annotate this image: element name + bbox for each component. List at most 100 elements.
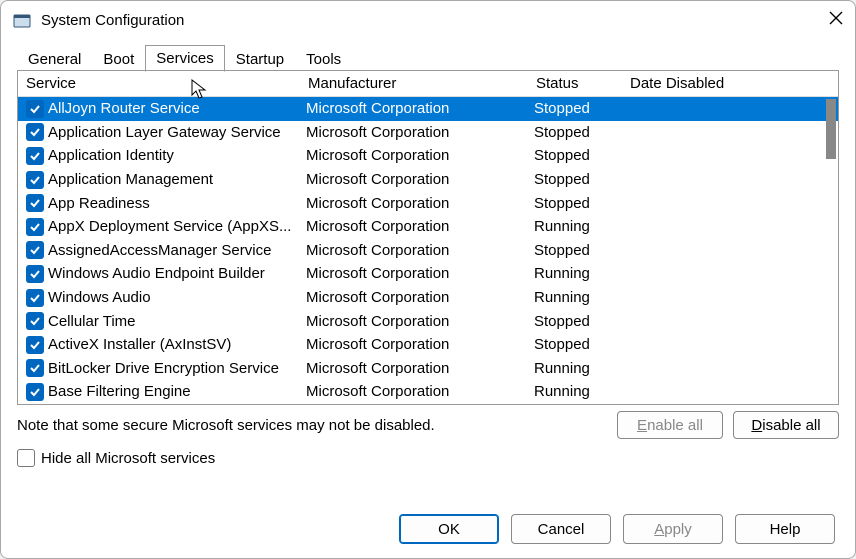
service-manufacturer: Microsoft Corporation (306, 147, 534, 164)
check-icon (29, 197, 41, 209)
service-name: App Readiness (48, 195, 306, 212)
service-row[interactable]: AssignedAccessManager ServiceMicrosoft C… (18, 239, 838, 263)
service-row[interactable]: AppX Deployment Service (AppXS...Microso… (18, 215, 838, 239)
service-status: Stopped (534, 147, 628, 164)
check-icon (29, 126, 41, 138)
service-checkbox[interactable] (26, 359, 44, 377)
service-row[interactable]: AllJoyn Router ServiceMicrosoft Corporat… (18, 97, 838, 121)
check-icon (29, 150, 41, 162)
service-checkbox[interactable] (26, 194, 44, 212)
service-manufacturer: Microsoft Corporation (306, 360, 534, 377)
service-manufacturer: Microsoft Corporation (306, 289, 534, 306)
list-rows: AllJoyn Router ServiceMicrosoft Corporat… (18, 97, 838, 405)
service-name: Windows Audio (48, 289, 306, 306)
check-icon (29, 362, 41, 374)
col-header-manufacturer[interactable]: Manufacturer (308, 75, 536, 92)
col-header-service[interactable]: Service (18, 75, 308, 92)
app-icon (13, 12, 31, 30)
service-name: Application Management (48, 171, 306, 188)
service-status: Stopped (534, 195, 628, 212)
col-header-status[interactable]: Status (536, 75, 630, 92)
services-list: Service Manufacturer Status Date Disable… (17, 70, 839, 405)
service-status: Stopped (534, 242, 628, 259)
note-text: Note that some secure Microsoft services… (17, 417, 435, 434)
service-manufacturer: Microsoft Corporation (306, 124, 534, 141)
disable-all-button[interactable]: Disable all (733, 411, 839, 439)
tab-tools[interactable]: Tools (295, 46, 352, 72)
service-checkbox[interactable] (26, 336, 44, 354)
service-checkbox[interactable] (26, 289, 44, 307)
service-checkbox[interactable] (26, 171, 44, 189)
apply-button[interactable]: Apply (623, 514, 723, 544)
check-icon (29, 221, 41, 233)
scrollbar-thumb[interactable] (826, 99, 836, 159)
service-row[interactable]: ActiveX Installer (AxInstSV)Microsoft Co… (18, 333, 838, 357)
service-status: Running (534, 360, 628, 377)
service-manufacturer: Microsoft Corporation (306, 218, 534, 235)
check-icon (29, 386, 41, 398)
service-name: Application Identity (48, 147, 306, 164)
check-icon (29, 339, 41, 351)
service-row[interactable]: Base Filtering EngineMicrosoft Corporati… (18, 380, 838, 404)
service-row[interactable]: Windows AudioMicrosoft CorporationRunnin… (18, 286, 838, 310)
service-checkbox[interactable] (26, 100, 44, 118)
check-icon (29, 268, 41, 280)
help-button[interactable]: Help (735, 514, 835, 544)
tab-strip: GeneralBootServicesStartupTools (1, 41, 855, 71)
cancel-button[interactable]: Cancel (511, 514, 611, 544)
check-icon (29, 103, 41, 115)
service-checkbox[interactable] (26, 383, 44, 401)
service-checkbox[interactable] (26, 123, 44, 141)
service-name: Cellular Time (48, 313, 306, 330)
list-header: Service Manufacturer Status Date Disable… (18, 71, 838, 97)
service-status: Stopped (534, 124, 628, 141)
tab-startup[interactable]: Startup (225, 46, 295, 72)
service-status: Stopped (534, 336, 628, 353)
service-name: ActiveX Installer (AxInstSV) (48, 336, 306, 353)
tab-boot[interactable]: Boot (92, 46, 145, 72)
service-row[interactable]: Application Layer Gateway ServiceMicroso… (18, 121, 838, 145)
check-icon (29, 315, 41, 327)
service-checkbox[interactable] (26, 265, 44, 283)
service-name: BitLocker Drive Encryption Service (48, 360, 306, 377)
service-status: Running (534, 289, 628, 306)
check-icon (29, 292, 41, 304)
service-checkbox[interactable] (26, 218, 44, 236)
close-button[interactable] (813, 11, 843, 30)
service-name: Windows Audio Endpoint Builder (48, 265, 306, 282)
service-name: AllJoyn Router Service (48, 100, 306, 117)
service-row[interactable]: Application IdentityMicrosoft Corporatio… (18, 144, 838, 168)
service-status: Stopped (534, 171, 628, 188)
check-icon (29, 174, 41, 186)
check-icon (29, 244, 41, 256)
service-checkbox[interactable] (26, 241, 44, 259)
service-row[interactable]: BitLocker Drive Encryption ServiceMicros… (18, 357, 838, 381)
service-checkbox[interactable] (26, 147, 44, 165)
service-checkbox[interactable] (26, 312, 44, 330)
service-manufacturer: Microsoft Corporation (306, 265, 534, 282)
tab-services[interactable]: Services (145, 45, 225, 72)
msconfig-window: System Configuration GeneralBootServices… (0, 0, 856, 559)
service-row[interactable]: Windows Audio Endpoint BuilderMicrosoft … (18, 262, 838, 286)
col-header-date-disabled[interactable]: Date Disabled (630, 75, 838, 92)
service-row[interactable]: Application ManagementMicrosoft Corporat… (18, 168, 838, 192)
service-row[interactable]: Cellular TimeMicrosoft CorporationStoppe… (18, 309, 838, 333)
ok-button[interactable]: OK (399, 514, 499, 544)
close-icon (829, 11, 843, 25)
tab-general[interactable]: General (17, 46, 92, 72)
service-manufacturer: Microsoft Corporation (306, 242, 534, 259)
service-manufacturer: Microsoft Corporation (306, 336, 534, 353)
dialog-footer: OK Cancel Apply Help (1, 502, 855, 558)
service-status: Stopped (534, 100, 628, 117)
service-name: Base Filtering Engine (48, 383, 306, 400)
enable-all-button[interactable]: Enable all (617, 411, 723, 439)
service-name: AppX Deployment Service (AppXS... (48, 218, 306, 235)
service-row[interactable]: App ReadinessMicrosoft CorporationStoppe… (18, 191, 838, 215)
service-status: Running (534, 265, 628, 282)
tab-content: Service Manufacturer Status Date Disable… (1, 71, 855, 502)
service-status: Stopped (534, 313, 628, 330)
hide-ms-checkbox[interactable] (17, 449, 35, 467)
hide-ms-label[interactable]: Hide all Microsoft services (41, 450, 215, 467)
service-manufacturer: Microsoft Corporation (306, 313, 534, 330)
service-manufacturer: Microsoft Corporation (306, 100, 534, 117)
